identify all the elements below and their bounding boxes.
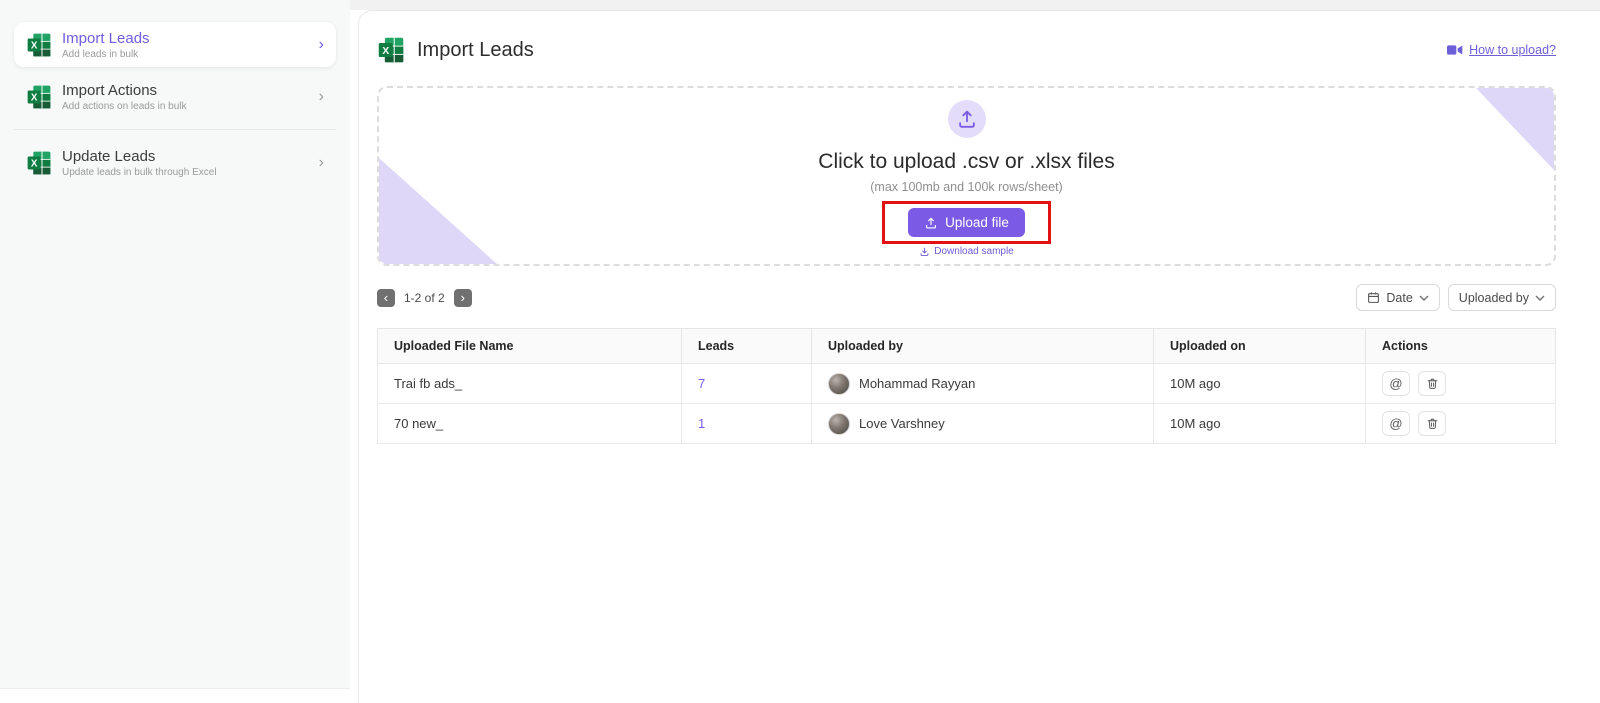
download-sample-label: Download sample [934, 246, 1014, 257]
download-sample-link[interactable]: Download sample [919, 246, 1014, 257]
how-to-upload-link[interactable]: How to upload? [1447, 43, 1556, 57]
chevron-down-icon [1419, 294, 1429, 301]
sidebar-item-title: Update Leads [62, 147, 156, 165]
how-to-upload-label[interactable]: How to upload? [1469, 43, 1556, 57]
video-camera-icon [1447, 45, 1463, 55]
uploaded-on-cell: 10M ago [1153, 403, 1366, 444]
sidebar-item-import-leads[interactable]: Import Leads Add leads in bulk › [14, 22, 336, 67]
file-name-cell: 70 new_ [377, 403, 682, 444]
avatar [828, 412, 850, 435]
column-header-leads: Leads [681, 328, 812, 364]
sidebar-divider [14, 129, 336, 130]
sidebar-item-title: Import Actions [62, 81, 158, 99]
sidebar-item-subtitle: Add leads in bulk [62, 48, 139, 60]
page-top-strip [350, 0, 1600, 10]
excel-icon [27, 33, 51, 56]
highlight-box: Upload file [882, 201, 1051, 244]
decor-triangle-bottom-left [379, 158, 497, 264]
avatar [828, 372, 850, 395]
at-mention-action-button[interactable]: @ [1382, 411, 1410, 436]
excel-icon [27, 151, 51, 174]
sidebar: Import Leads Add leads in bulk › Import … [0, 0, 350, 689]
sidebar-item-import-actions[interactable]: Import Actions Add actions on leads in b… [14, 74, 336, 119]
delete-action-button[interactable] [1418, 411, 1446, 436]
uploader-name: Love Varshney [859, 416, 945, 431]
chevron-right-icon: › [318, 87, 324, 105]
upload-badge [947, 100, 986, 138]
dropzone-heading: Click to upload .csv or .xlsx files [818, 150, 1115, 173]
chevron-left-icon: ‹ [383, 290, 389, 305]
at-mention-action-button[interactable]: @ [1382, 371, 1410, 396]
upload-dropzone[interactable]: Click to upload .csv or .xlsx files (max… [377, 86, 1556, 266]
table-header-row: Uploaded File Name Leads Uploaded by Upl… [377, 328, 1556, 364]
dropzone-subheading: (max 100mb and 100k rows/sheet) [870, 180, 1063, 194]
leads-count-link[interactable]: 7 [698, 376, 705, 391]
uploaded-on-cell: 10M ago [1153, 363, 1366, 404]
page-header: Import Leads How to upload? [377, 35, 1556, 65]
trash-icon [1427, 418, 1437, 429]
prev-page-button[interactable]: ‹ [377, 288, 395, 307]
decor-triangle-top-right [1476, 88, 1554, 170]
next-page-button[interactable]: › [453, 288, 472, 307]
filters: Date Uploaded by [1356, 284, 1556, 311]
upload-icon [958, 110, 975, 128]
uploader-name: Mohammad Rayyan [859, 376, 976, 391]
leads-count-link[interactable]: 1 [698, 416, 705, 431]
sidebar-item-title: Import Leads [62, 29, 150, 47]
pagination: ‹ 1-2 of 2 › [377, 288, 472, 307]
page-title: Import Leads [417, 38, 534, 61]
table-toolbar: ‹ 1-2 of 2 › Date Uploaded by [377, 284, 1556, 311]
uploaded-by-filter-label: Uploaded by [1458, 290, 1529, 305]
column-header-file-name: Uploaded File Name [377, 328, 682, 364]
main-panel: Import Leads How to upload? Click to upl… [358, 10, 1600, 703]
trash-icon [1427, 378, 1437, 389]
upload-file-label: Upload file [945, 215, 1009, 230]
chevron-down-icon [1535, 294, 1545, 301]
file-name-cell: Trai fb ads_ [377, 363, 682, 404]
date-filter-label: Date [1386, 290, 1413, 305]
at-sign-icon: @ [1389, 376, 1403, 391]
download-icon [920, 247, 929, 256]
chevron-right-icon: › [318, 35, 324, 53]
pagination-label: 1-2 of 2 [404, 290, 445, 305]
table-row: Trai fb ads_ 7 Mohammad Rayyan 10M ago @ [377, 363, 1556, 404]
chevron-right-icon: › [318, 153, 324, 171]
sidebar-item-subtitle: Update leads in bulk through Excel [62, 166, 217, 178]
column-header-actions: Actions [1365, 328, 1556, 364]
chevron-right-icon: › [460, 290, 465, 305]
at-sign-icon: @ [1389, 416, 1403, 431]
upload-icon [926, 217, 937, 229]
date-filter-button[interactable]: Date [1356, 284, 1440, 311]
sidebar-item-subtitle: Add actions on leads in bulk [62, 100, 187, 112]
column-header-uploaded-on: Uploaded on [1153, 328, 1366, 364]
upload-file-button[interactable]: Upload file [908, 208, 1025, 237]
uploaded-by-filter-button[interactable]: Uploaded by [1447, 284, 1556, 311]
calendar-icon [1368, 292, 1380, 303]
excel-icon [378, 37, 404, 63]
delete-action-button[interactable] [1418, 371, 1446, 396]
column-header-uploaded-by: Uploaded by [811, 328, 1154, 364]
table-row: 70 new_ 1 Love Varshney 10M ago @ [377, 403, 1556, 444]
excel-icon [27, 85, 51, 108]
sidebar-item-update-leads[interactable]: Update Leads Update leads in bulk throug… [14, 140, 336, 185]
uploads-table: Uploaded File Name Leads Uploaded by Upl… [377, 328, 1556, 444]
